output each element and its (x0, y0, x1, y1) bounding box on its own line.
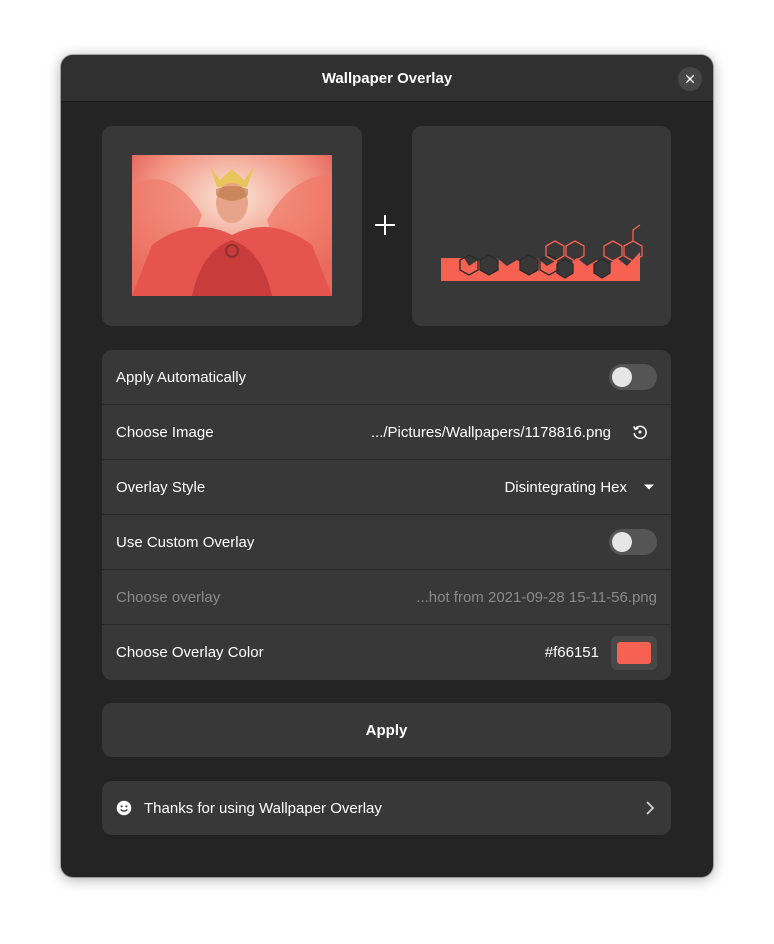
row-overlay-style[interactable]: Overlay Style Disintegrating Hex (102, 460, 671, 515)
switch-knob (612, 532, 632, 552)
apply-button[interactable]: Apply (102, 703, 671, 757)
overlay-color-label: Choose Overlay Color (116, 644, 264, 661)
reset-icon[interactable] (631, 423, 649, 441)
dropdown-arrow-icon[interactable] (643, 483, 655, 491)
apply-automatically-label: Apply Automatically (116, 368, 247, 386)
row-use-custom-overlay: Use Custom Overlay (102, 515, 671, 570)
close-icon (685, 74, 695, 84)
headerbar: Wallpaper Overlay (61, 55, 713, 102)
wallpaper-image (132, 155, 332, 296)
close-button[interactable] (678, 67, 702, 91)
thanks-label: Thanks for using Wallpaper Overlay (144, 799, 382, 817)
use-custom-overlay-label: Use Custom Overlay (116, 533, 255, 551)
choose-image-path: .../Pictures/Wallpapers/1178816.png (370, 423, 611, 441)
choose-overlay-label: Choose overlay (116, 588, 221, 606)
choose-image-label: Choose Image (116, 423, 214, 441)
smile-icon (116, 800, 132, 816)
chevron-right-icon (646, 801, 655, 815)
row-choose-image[interactable]: Choose Image .../Pictures/Wallpapers/117… (102, 405, 671, 460)
overlay-color-hex: #f66151 (544, 644, 599, 661)
overlay-style-value[interactable]: Disintegrating Hex (504, 479, 627, 496)
apply-automatically-switch[interactable] (609, 364, 657, 390)
overlay-preview-card (412, 126, 671, 326)
wallpaper-preview-card (102, 126, 362, 326)
switch-knob (612, 367, 632, 387)
settings-list: Apply Automatically Choose Image .../Pic… (102, 350, 671, 680)
hex-overlay-image (441, 224, 643, 281)
choose-overlay-path: ...hot from 2021-09-28 15-11-56.png (416, 588, 657, 606)
row-apply-automatically: Apply Automatically (102, 350, 671, 405)
row-overlay-color: Choose Overlay Color #f66151 (102, 625, 671, 680)
thanks-row[interactable]: Thanks for using Wallpaper Overlay (102, 781, 671, 835)
window-title: Wallpaper Overlay (321, 69, 453, 87)
overlay-style-label: Overlay Style (116, 478, 206, 496)
apply-label: Apply (365, 721, 408, 739)
color-swatch (617, 641, 651, 664)
use-custom-overlay-switch[interactable] (609, 529, 657, 555)
row-choose-overlay: Choose overlay ...hot from 2021-09-28 15… (102, 570, 671, 625)
app-window: Wallpaper Overlay Apply Automatically Ch… (61, 55, 713, 877)
plus-icon (375, 215, 395, 235)
color-picker-button[interactable] (611, 635, 657, 670)
